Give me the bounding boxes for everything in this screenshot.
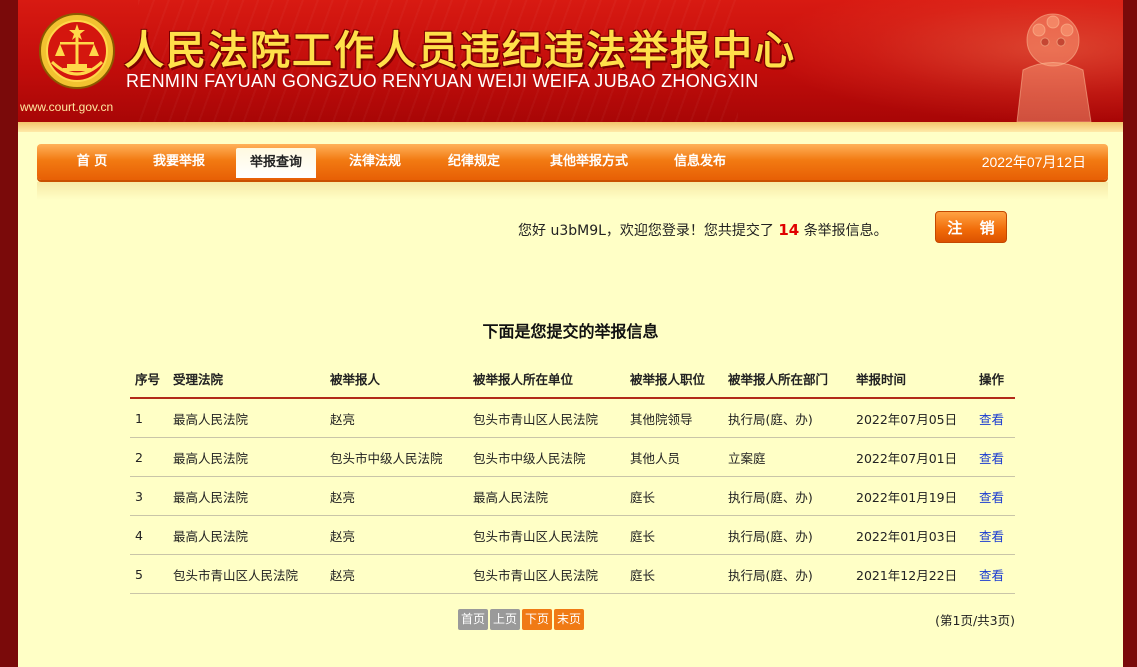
welcome-text: 您好 u3bM9L，欢迎您登录！您共提交了 — [518, 223, 774, 239]
cell-index: 1 — [130, 398, 168, 438]
stone-lion-icon — [1016, 13, 1092, 122]
nav-item-laws[interactable]: 法律法规 — [339, 144, 411, 180]
banner-bottom-strip — [18, 122, 1123, 132]
header-accused: 被举报人 — [325, 360, 468, 399]
cell-accused-department: 执行局(庭、办) — [723, 515, 851, 555]
nav-item-news[interactable]: 信息发布 — [664, 144, 736, 180]
cell-accused-department: 执行局(庭、办) — [723, 476, 851, 516]
cell-accused: 赵亮 — [325, 398, 468, 438]
table-row: 4 最高人民法院 赵亮 包头市青山区人民法院 庭长 执行局(庭、办) 2022年… — [130, 515, 1015, 555]
header-action: 操作 — [974, 360, 1015, 399]
cell-accused: 赵亮 — [325, 515, 468, 555]
cell-accused-unit: 包头市青山区人民法院 — [468, 515, 625, 555]
site-title-en: RENMIN FAYUAN GONGZUO RENYUAN WEIJI WEIF… — [126, 71, 759, 91]
nav-item-discipline[interactable]: 纪律规定 — [438, 144, 510, 180]
cell-court: 包头市青山区人民法院 — [168, 554, 325, 594]
welcome-text-suffix: 条举报信息。 — [803, 223, 888, 239]
view-link[interactable]: 查看 — [979, 451, 1004, 466]
court-emblem-icon — [39, 13, 115, 89]
last-page-button[interactable]: 末页 — [554, 609, 585, 630]
cell-accused-unit: 包头市青山区人民法院 — [468, 398, 625, 438]
site-title-cn: 人民法院工作人员违纪违法举报中心 — [124, 28, 796, 74]
table-row: 1 最高人民法院 赵亮 包头市青山区人民法院 其他院领导 执行局(庭、办) 20… — [130, 398, 1015, 438]
main-nav: 首 页 我要举报 举报查询 法律法规 纪律规定 其他举报方式 信息发布 2022… — [37, 144, 1108, 180]
cell-report-date: 2022年07月01日 — [851, 437, 974, 477]
view-link[interactable]: 查看 — [979, 568, 1004, 583]
cell-accused-unit: 包头市青山区人民法院 — [468, 554, 625, 594]
header-banner: 人民法院工作人员违纪违法举报中心 RENMIN FAYUAN GONGZUO R… — [18, 0, 1123, 122]
cell-report-date: 2022年01月19日 — [851, 476, 974, 516]
view-link[interactable]: 查看 — [979, 529, 1004, 544]
cell-index: 3 — [130, 476, 168, 516]
nav-item-home[interactable]: 首 页 — [67, 144, 117, 180]
cell-accused-unit: 最高人民法院 — [468, 476, 625, 516]
nav-item-report[interactable]: 我要举报 — [143, 144, 215, 180]
nav-item-other-methods[interactable]: 其他举报方式 — [540, 144, 638, 180]
header-accused-department: 被举报人所在部门 — [723, 360, 851, 399]
next-page-button[interactable]: 下页 — [522, 609, 553, 630]
table-row: 3 最高人民法院 赵亮 最高人民法院 庭长 执行局(庭、办) 2022年01月1… — [130, 476, 1015, 516]
cell-action: 查看 — [974, 554, 1015, 594]
cell-action: 查看 — [974, 515, 1015, 555]
nav-glow — [37, 182, 1108, 200]
cell-report-date: 2022年01月03日 — [851, 515, 974, 555]
cell-accused: 赵亮 — [325, 476, 468, 516]
report-count: 14 — [778, 221, 800, 239]
cell-accused-unit: 包头市中级人民法院 — [468, 437, 625, 477]
header-report-date: 举报时间 — [851, 360, 974, 399]
reports-table: 序号 受理法院 被举报人 被举报人所在单位 被举报人职位 被举报人所在部门 举报… — [130, 360, 1015, 594]
cell-action: 查看 — [974, 398, 1015, 438]
page-frame: 人民法院工作人员违纪违法举报中心 RENMIN FAYUAN GONGZUO R… — [18, 0, 1123, 667]
cell-accused-position: 庭长 — [625, 476, 723, 516]
view-link[interactable]: 查看 — [979, 490, 1004, 505]
prev-page-button[interactable]: 上页 — [490, 609, 521, 630]
cell-index: 5 — [130, 554, 168, 594]
cell-court: 最高人民法院 — [168, 515, 325, 555]
nav-date: 2022年07月12日 — [981, 154, 1086, 170]
cell-court: 最高人民法院 — [168, 398, 325, 438]
cell-accused-department: 执行局(庭、办) — [723, 398, 851, 438]
cell-court: 最高人民法院 — [168, 476, 325, 516]
pagination: 首页 上页 下页 末页 — [458, 609, 586, 631]
welcome-message: 您好 u3bM9L，欢迎您登录！您共提交了 14 条举报信息。 — [518, 220, 888, 240]
cell-index: 2 — [130, 437, 168, 477]
view-link[interactable]: 查看 — [979, 412, 1004, 427]
cell-accused: 赵亮 — [325, 554, 468, 594]
cell-accused-position: 其他人员 — [625, 437, 723, 477]
cell-accused: 包头市中级人民法院 — [325, 437, 468, 477]
cell-accused-department: 立案庭 — [723, 437, 851, 477]
cell-accused-department: 执行局(庭、办) — [723, 554, 851, 594]
site-url[interactable]: www.court.gov.cn — [20, 100, 113, 114]
cell-report-date: 2021年12月22日 — [851, 554, 974, 594]
cell-accused-position: 庭长 — [625, 554, 723, 594]
header-accused-unit: 被举报人所在单位 — [468, 360, 625, 399]
logout-button[interactable]: 注 销 — [935, 211, 1007, 243]
cell-accused-position: 其他院领导 — [625, 398, 723, 438]
first-page-button[interactable]: 首页 — [458, 609, 489, 630]
cell-report-date: 2022年07月05日 — [851, 398, 974, 438]
cell-action: 查看 — [974, 437, 1015, 477]
header-accused-position: 被举报人职位 — [625, 360, 723, 399]
section-title: 下面是您提交的举报信息 — [482, 322, 659, 341]
header-court: 受理法院 — [168, 360, 325, 399]
header-index: 序号 — [130, 360, 168, 399]
table-header-row: 序号 受理法院 被举报人 被举报人所在单位 被举报人职位 被举报人所在部门 举报… — [130, 360, 1015, 399]
cell-action: 查看 — [974, 476, 1015, 516]
table-row: 5 包头市青山区人民法院 赵亮 包头市青山区人民法院 庭长 执行局(庭、办) 2… — [130, 554, 1015, 594]
table-row: 2 最高人民法院 包头市中级人民法院 包头市中级人民法院 其他人员 立案庭 20… — [130, 437, 1015, 477]
cell-index: 4 — [130, 515, 168, 555]
cell-court: 最高人民法院 — [168, 437, 325, 477]
cell-accused-position: 庭长 — [625, 515, 723, 555]
page-info: (第1页/共3页) — [935, 613, 1015, 628]
nav-item-query[interactable]: 举报查询 — [236, 148, 316, 178]
